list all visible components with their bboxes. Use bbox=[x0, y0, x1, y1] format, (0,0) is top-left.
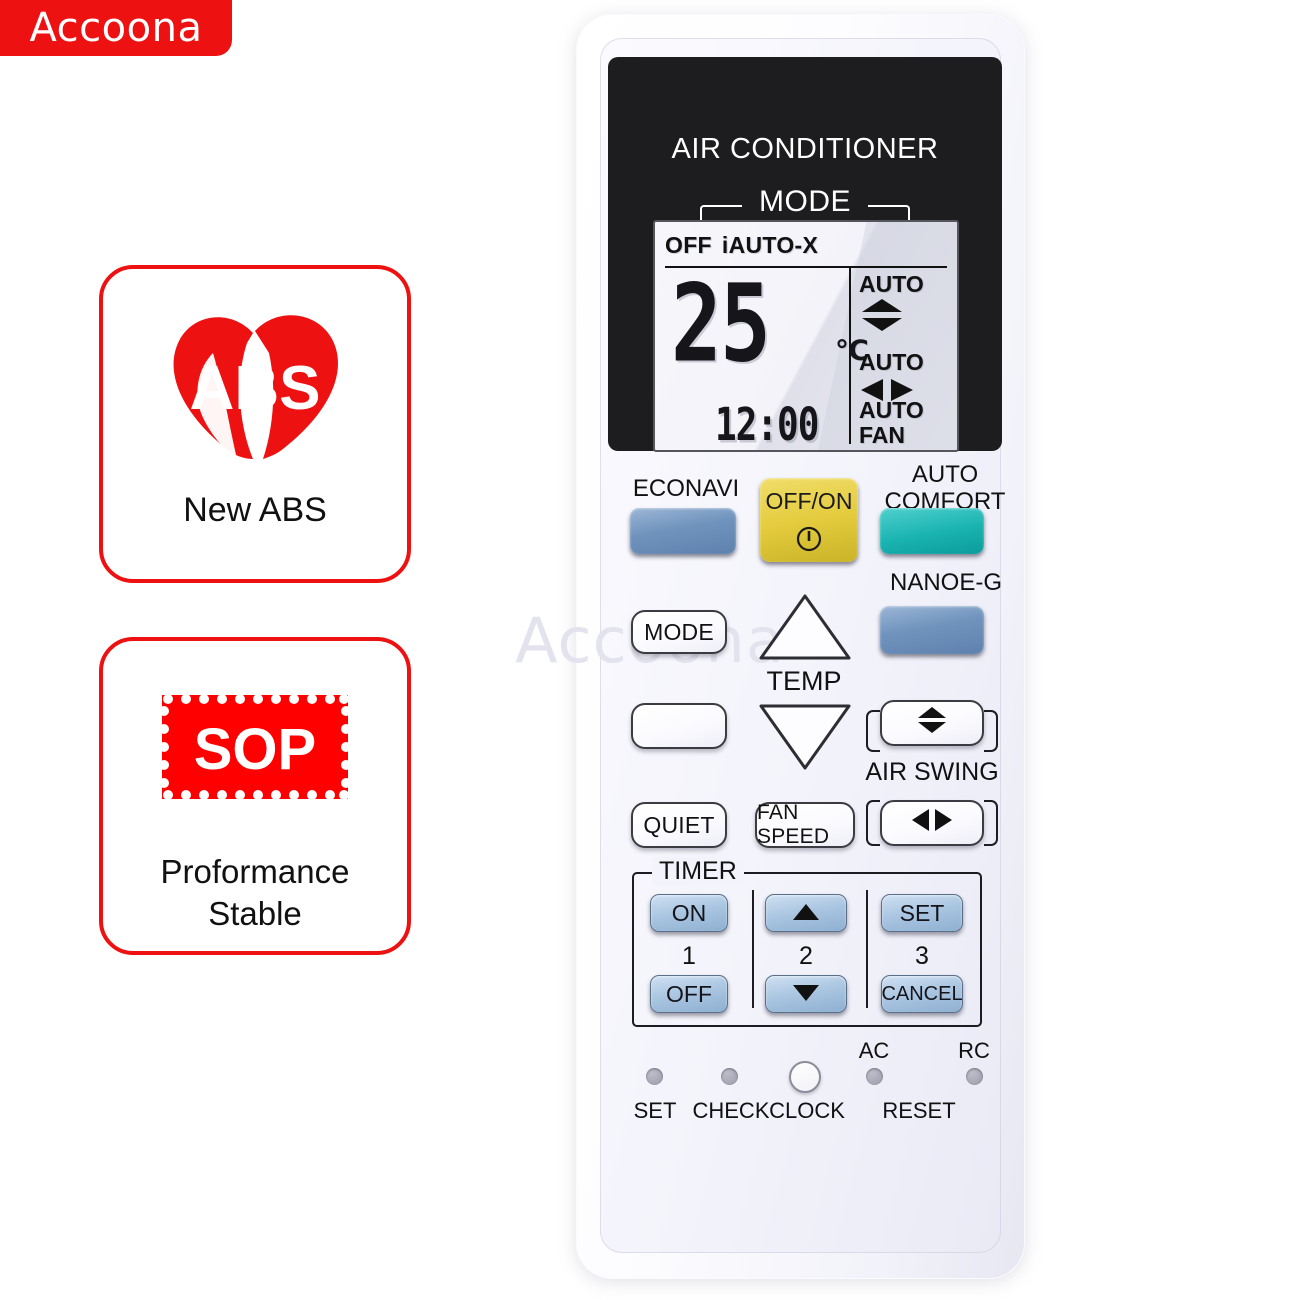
timer-off-button[interactable]: OFF bbox=[650, 975, 728, 1013]
timer-divider-2 bbox=[866, 890, 868, 1008]
quiet-button[interactable]: QUIET bbox=[631, 802, 727, 848]
feature-caption-abs: New ABS bbox=[183, 491, 327, 529]
lcd-status-off: OFF bbox=[665, 232, 712, 258]
feature-card-sop: SOP Proformance Stable bbox=[99, 637, 411, 955]
timer-set-button[interactable]: SET bbox=[881, 894, 963, 932]
product-image: Accoona ABS New ABS SOP Proformance Stab… bbox=[0, 0, 1300, 1300]
sop-logo-text: SOP bbox=[194, 717, 317, 782]
sop-caption-line2: Stable bbox=[208, 895, 302, 933]
off-on-label: OFF/ON bbox=[765, 488, 853, 514]
lcd-swing-vertical: AUTO bbox=[859, 272, 955, 332]
set-pinhole-button[interactable] bbox=[646, 1068, 663, 1085]
lcd-temperature-value: 25 bbox=[671, 260, 771, 386]
lcd-swing-vertical-label: AUTO bbox=[859, 271, 924, 297]
auto-comfort-button[interactable] bbox=[880, 508, 984, 554]
off-on-button[interactable]: OFF/ON bbox=[760, 478, 858, 562]
blank-button[interactable] bbox=[631, 703, 727, 749]
temp-up-button[interactable] bbox=[757, 592, 853, 669]
brand-tag: Accoona bbox=[0, 0, 232, 56]
timer-step-1: 1 bbox=[682, 942, 696, 970]
up-down-arrows-icon bbox=[859, 298, 905, 332]
econavi-button[interactable] bbox=[630, 508, 736, 554]
timer-up-button[interactable] bbox=[765, 894, 847, 932]
lcd-fan-label-fan: FAN bbox=[859, 421, 905, 448]
air-swing-bracket-right-top bbox=[984, 710, 998, 752]
timer-divider-1 bbox=[752, 890, 754, 1008]
lcd-fan-label-auto: AUTO bbox=[859, 397, 924, 423]
left-right-arrows-icon bbox=[910, 807, 954, 839]
air-swing-horizontal-button[interactable] bbox=[880, 800, 984, 846]
triangle-up-icon bbox=[759, 594, 851, 660]
clock-button[interactable] bbox=[789, 1061, 821, 1093]
ac-label: AC bbox=[858, 1038, 890, 1063]
mode-button[interactable]: MODE bbox=[631, 610, 727, 654]
postage-stamp-icon: SOP bbox=[160, 693, 350, 801]
air-swing-bracket-right-bottom bbox=[984, 800, 998, 846]
clock-label: CLOCK bbox=[769, 1098, 845, 1123]
check-label: CHECK bbox=[692, 1098, 770, 1123]
display-panel: AIR CONDITIONER MODE OFF iAUTO-X 25 ℃ 12:… bbox=[608, 57, 1002, 452]
brand-name: Accoona bbox=[29, 5, 203, 51]
lcd-clock-value: 12:00 bbox=[715, 400, 819, 452]
lcd-fan-indicator: AUTO FAN bbox=[859, 398, 924, 448]
air-swing-label: AIR SWING bbox=[865, 758, 999, 786]
lcd-swing-horizontal: AUTO bbox=[859, 350, 955, 402]
auto-comfort-label-line1: AUTO bbox=[911, 461, 979, 488]
lcd-swing-horizontal-label: AUTO bbox=[859, 349, 924, 376]
rc-label: RC bbox=[958, 1038, 990, 1063]
panel-title: AIR CONDITIONER bbox=[671, 133, 939, 165]
power-icon bbox=[796, 526, 822, 557]
temp-label: TEMP bbox=[766, 666, 842, 696]
set-label: SET bbox=[633, 1098, 677, 1123]
temp-down-button[interactable] bbox=[757, 700, 853, 777]
abs-logo-text: ABS bbox=[190, 354, 321, 423]
mode-label: MODE bbox=[742, 185, 868, 219]
lcd-screen: OFF iAUTO-X 25 ℃ 12:00 AUTO AUTO AUTO FA… bbox=[653, 220, 959, 452]
sop-caption-line1: Proformance bbox=[160, 853, 350, 890]
triangle-down-icon bbox=[759, 704, 851, 770]
lcd-status-row: OFF iAUTO-X bbox=[665, 232, 947, 259]
nanoe-g-button[interactable] bbox=[880, 606, 984, 654]
lcd-status-mode: iAUTO-X bbox=[721, 232, 819, 258]
air-swing-bracket-left-bottom bbox=[866, 800, 880, 846]
timer-step-2: 2 bbox=[799, 942, 813, 970]
timer-step-3: 3 bbox=[915, 942, 929, 970]
air-swing-vertical-button[interactable] bbox=[880, 700, 984, 746]
timer-down-button[interactable] bbox=[765, 975, 847, 1013]
timer-on-button[interactable]: ON bbox=[650, 894, 728, 932]
econavi-label: ECONAVI bbox=[632, 475, 740, 502]
heart-leaf-icon: ABS bbox=[165, 309, 345, 467]
feature-caption-sop: Proformance Stable bbox=[161, 851, 350, 935]
nanoe-g-label: NANOE-G bbox=[889, 569, 1002, 596]
timer-cancel-button[interactable]: CANCEL bbox=[881, 975, 963, 1013]
reset-rc-pinhole-button[interactable] bbox=[966, 1068, 983, 1085]
triangle-up-icon bbox=[792, 900, 820, 927]
check-pinhole-button[interactable] bbox=[721, 1068, 738, 1085]
feature-card-abs: ABS New ABS bbox=[99, 265, 411, 583]
triangle-down-icon bbox=[792, 981, 820, 1008]
lcd-swing-indicators: AUTO AUTO bbox=[859, 272, 955, 406]
up-down-arrows-icon bbox=[915, 706, 949, 740]
air-swing-bracket-left-top bbox=[866, 710, 880, 752]
reset-ac-pinhole-button[interactable] bbox=[866, 1068, 883, 1085]
timer-legend: TIMER bbox=[652, 857, 744, 886]
fan-speed-button[interactable]: FAN SPEED bbox=[755, 801, 855, 848]
reset-label: RESET bbox=[882, 1098, 956, 1123]
